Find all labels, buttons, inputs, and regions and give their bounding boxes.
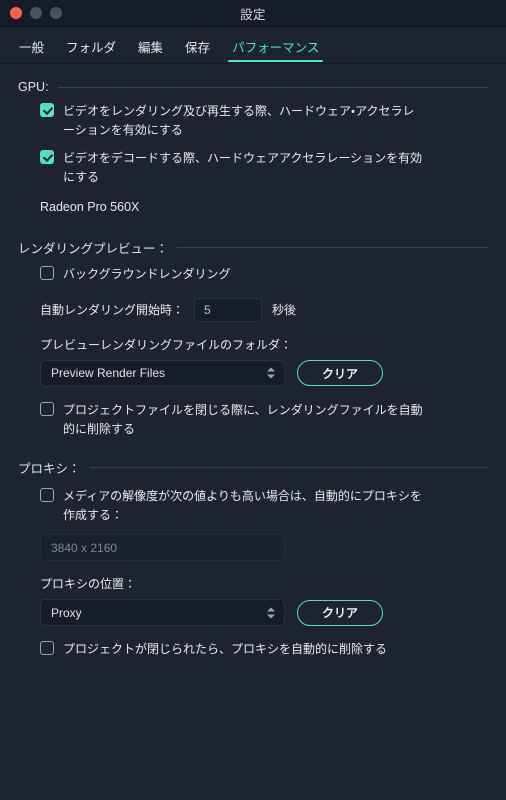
clear-proxy-files-button[interactable]: クリア	[297, 599, 383, 626]
title-bar: 設定	[0, 0, 506, 27]
proxy-options: メディアの解像度が次の値よりも高い場合は、自動的にプロキシを作成する： 3840…	[18, 487, 488, 659]
section-header-render-preview: レンダリングプレビュー：	[18, 238, 488, 257]
section-divider-gpu	[57, 86, 488, 88]
auto-render-delay-label: 自動レンダリング開始時：	[40, 303, 185, 318]
proxy-location-label: プロキシの位置：	[40, 577, 137, 592]
gpu-device-name: Radeon Pro 560X	[40, 200, 140, 215]
proxy-location-select[interactable]: Proxy	[40, 599, 285, 627]
preview-folder-select[interactable]: Preview Render Files	[40, 359, 285, 387]
preview-folder-row: Preview Render Files クリア	[40, 359, 488, 387]
auto-render-delay-unit: 秒後	[272, 303, 297, 318]
settings-content: GPU: ビデオをレンダリング及び再生する際、ハードウェア・アクセラレーションを…	[0, 64, 506, 800]
checkbox-background-rendering-label: バックグラウンドレンダリング	[63, 267, 231, 282]
tab-performance[interactable]: パフォーマンス	[221, 41, 330, 64]
chevron-up-icon	[267, 607, 275, 612]
checkbox-delete-render-files-label: プロジェクトファイルを閉じる際に、レンダリングファイルを自動的に削除する	[63, 402, 423, 436]
chevron-up-icon	[267, 367, 275, 372]
chevron-down-icon	[267, 374, 275, 379]
auto-render-delay-input[interactable]: 5	[194, 297, 263, 322]
traffic-lights	[0, 7, 62, 19]
chevron-updown-icon[interactable]	[267, 607, 275, 619]
checkbox-delete-proxy-on-close-label: プロジェクトが閉じられたら、プロキシを自動的に削除する	[63, 642, 388, 657]
proxy-resolution-input[interactable]: 3840 x 2160	[40, 534, 285, 562]
maximize-window-button[interactable]	[50, 7, 62, 19]
row-auto-create-proxy[interactable]: メディアの解像度が次の値よりも高い場合は、自動的にプロキシを作成する：	[40, 487, 488, 524]
checkbox-hw-accel-decode[interactable]	[40, 150, 54, 165]
tab-save[interactable]: 保存	[174, 41, 221, 64]
tab-bar: 一般 フォルダ 編集 保存 パフォーマンス	[0, 27, 506, 64]
checkbox-background-rendering[interactable]	[40, 266, 54, 281]
checkbox-delete-render-files[interactable]	[40, 401, 54, 416]
row-hw-accel-render[interactable]: ビデオをレンダリング及び再生する際、ハードウェア・アクセラレーションを有効にする	[40, 102, 488, 139]
auto-render-delay-row: 自動レンダリング開始時： 5 秒後	[40, 297, 488, 322]
checkbox-delete-proxy-on-close[interactable]	[40, 641, 54, 656]
gpu-options: ビデオをレンダリング及び再生する際、ハードウェア・アクセラレーションを有効にする…	[18, 102, 488, 214]
tab-edit[interactable]: 編集	[127, 41, 174, 64]
section-header-proxy: プロキシ：	[18, 458, 488, 477]
checkbox-auto-create-proxy-label: メディアの解像度が次の値よりも高い場合は、自動的にプロキシを作成する：	[63, 489, 422, 522]
row-hw-accel-decode[interactable]: ビデオをデコードする際、ハードウェアアクセラレーションを有効にする	[40, 149, 488, 186]
proxy-location-value: Proxy	[51, 605, 82, 620]
chevron-down-icon	[267, 614, 275, 619]
render-preview-options: バックグラウンドレンダリング 自動レンダリング開始時： 5 秒後 プレビューレン…	[18, 265, 488, 438]
proxy-location-row: Proxy クリア	[40, 599, 488, 627]
section-title-proxy: プロキシ：	[18, 462, 81, 477]
section-title-render-preview: レンダリングプレビュー：	[18, 242, 169, 257]
chevron-updown-icon[interactable]	[267, 367, 275, 379]
clear-preview-files-button[interactable]: クリア	[297, 360, 383, 387]
tab-folder[interactable]: フォルダ	[55, 41, 127, 64]
settings-window: 設定 一般 フォルダ 編集 保存 パフォーマンス GPU: ビデオをレンダリング…	[0, 0, 506, 800]
checkbox-auto-create-proxy[interactable]	[40, 488, 54, 503]
row-delete-render-files[interactable]: プロジェクトファイルを閉じる際に、レンダリングファイルを自動的に削除する	[40, 401, 488, 438]
section-header-gpu: GPU:	[18, 80, 488, 94]
row-delete-proxy-on-close[interactable]: プロジェクトが閉じられたら、プロキシを自動的に削除する	[40, 640, 488, 659]
close-window-button[interactable]	[10, 7, 22, 19]
section-divider-proxy	[89, 467, 488, 469]
checkbox-hw-accel-render[interactable]	[40, 103, 54, 117]
minimize-window-button[interactable]	[30, 7, 42, 19]
tab-general[interactable]: 一般	[8, 41, 55, 64]
preview-folder-value: Preview Render Files	[51, 366, 166, 381]
checkbox-hw-accel-render-label: ビデオをレンダリング及び再生する際、ハードウェア・アクセラレーションを有効にする	[63, 104, 415, 137]
row-background-rendering[interactable]: バックグラウンドレンダリング	[40, 265, 488, 284]
window-title: 設定	[240, 7, 266, 22]
preview-folder-label: プレビューレンダリングファイルのフォルダ：	[40, 337, 293, 352]
checkbox-hw-accel-decode-label: ビデオをデコードする際、ハードウェアアクセラレーションを有効にする	[63, 151, 423, 184]
section-divider-render-preview	[177, 247, 488, 249]
section-title-gpu: GPU:	[18, 80, 49, 94]
